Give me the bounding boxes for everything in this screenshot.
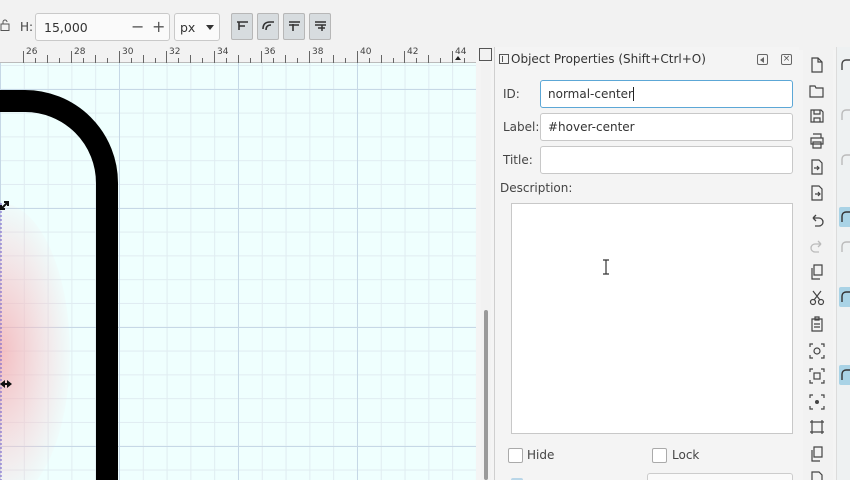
new-document-icon[interactable]: [809, 57, 825, 73]
ruler-ticks: [23, 51, 465, 63]
canvas-drawing: [0, 90, 118, 480]
close-icon[interactable]: ×: [781, 54, 792, 65]
text-cursor: [632, 87, 634, 101]
object-properties-panel: Object Properties (Shift+Ctrl+O) × ID: n…: [494, 47, 799, 480]
unit-dropdown[interactable]: px: [174, 13, 220, 41]
paste-icon[interactable]: [809, 316, 825, 332]
snap-corner-icon: [841, 59, 850, 70]
open-folder-icon[interactable]: [809, 83, 825, 99]
align-bottom-edge-icon: [315, 21, 326, 31]
lock-checkbox[interactable]: [652, 448, 667, 463]
text-cursor-icon: [603, 259, 609, 275]
align-middle-button[interactable]: [283, 13, 305, 40]
snap-item-active[interactable]: [839, 207, 850, 227]
set-button[interactable]: [647, 473, 793, 480]
snap-node-icon: [841, 241, 850, 252]
chevron-down-icon: [206, 25, 214, 30]
float-panel-icon[interactable]: [757, 54, 768, 65]
snap-node-icon: [841, 109, 850, 120]
height-spinbox[interactable]: 15,000 − +: [35, 13, 170, 41]
drawing-canvas[interactable]: [0, 63, 476, 480]
panel-title: Object Properties (Shift+Ctrl+O): [511, 52, 706, 66]
align-bottom-edge-button[interactable]: [309, 13, 331, 40]
description-textarea[interactable]: [511, 203, 793, 434]
snap-item[interactable]: [839, 150, 850, 170]
id-label: ID:: [503, 87, 520, 101]
label-value: #hover-center: [548, 120, 635, 134]
commands-bar: [803, 47, 833, 480]
ruler-tick-label: 40: [360, 47, 372, 57]
id-field[interactable]: normal-center: [540, 80, 793, 108]
ruler-tick-label: 28: [74, 47, 86, 57]
copy-icon[interactable]: [809, 264, 825, 280]
snap-item[interactable]: [839, 105, 850, 125]
export-icon[interactable]: [809, 185, 825, 201]
title-label: Title:: [503, 153, 533, 167]
import-icon[interactable]: [809, 159, 825, 175]
rounded-rect-stroke: [0, 90, 118, 480]
align-top-edge-icon: [237, 21, 248, 30]
zoom-drawing-icon[interactable]: [809, 368, 825, 384]
zoom-page-icon[interactable]: [809, 394, 825, 410]
horizontal-ruler[interactable]: 26 28 30 32 34 36 38 40 42 44: [0, 47, 476, 63]
clone-icon[interactable]: [809, 471, 825, 480]
snap-item[interactable]: [839, 237, 850, 257]
panel-header: Object Properties (Shift+Ctrl+O) ×: [495, 47, 800, 71]
ruler-tick-label: 42: [407, 47, 419, 57]
snap-node-icon: [841, 154, 850, 165]
ruler-tick-label: 26: [26, 47, 38, 57]
cut-icon[interactable]: [809, 290, 825, 306]
description-label: Description:: [500, 181, 573, 195]
lock-icon[interactable]: [0, 19, 10, 31]
ruler-tick-label: 34: [217, 47, 229, 57]
zoom-selection-icon[interactable]: [809, 343, 825, 359]
align-top-edge-button[interactable]: [231, 13, 253, 40]
resize-page-icon[interactable]: [809, 419, 825, 435]
id-value: normal-center: [548, 87, 633, 101]
tool-controls-bar: H: 15,000 − + px: [0, 0, 850, 50]
snap-item-active[interactable]: [839, 365, 850, 385]
label-label: Label:: [503, 120, 540, 134]
duplicate-icon[interactable]: [809, 446, 825, 462]
ruler-tick-label: 44: [455, 47, 467, 57]
snap-toggle[interactable]: [839, 55, 850, 75]
scale-handle-icon: [0, 201, 9, 210]
snap-center-icon: [841, 369, 850, 380]
decrement-button[interactable]: −: [131, 17, 144, 36]
snap-controls-bar: [836, 47, 850, 480]
snap-midpoint-icon: [841, 291, 850, 302]
ruler-tick-label: 38: [312, 47, 324, 57]
align-middle-icon: [289, 21, 300, 31]
align-round-corner-button[interactable]: [257, 13, 279, 40]
snap-item-active[interactable]: [839, 287, 850, 307]
label-field[interactable]: #hover-center: [540, 113, 793, 141]
redo-icon[interactable]: [809, 238, 825, 254]
height-label: H:: [20, 20, 34, 34]
horizontal-resize-handle-icon: [0, 380, 12, 388]
unit-value: px: [180, 20, 196, 35]
height-value[interactable]: 15,000: [44, 20, 88, 35]
vertical-scrollbar-thumb[interactable]: [484, 310, 488, 480]
undo-icon[interactable]: [809, 212, 825, 228]
hide-checkbox[interactable]: [508, 448, 523, 463]
ruler-tick-label: 32: [169, 47, 181, 57]
snap-path-icon: [841, 211, 850, 222]
ruler-tick-label: 30: [122, 47, 134, 57]
panel-icon: [499, 54, 509, 64]
ruler-tick-label: 36: [264, 47, 276, 57]
lock-label: Lock: [672, 448, 700, 462]
save-icon[interactable]: [809, 108, 825, 124]
align-round-corner-icon: [262, 21, 274, 31]
print-icon[interactable]: [809, 133, 825, 149]
title-field[interactable]: [540, 146, 793, 174]
zoom-corner-icon[interactable]: [479, 48, 492, 61]
increment-button[interactable]: +: [152, 17, 165, 36]
hide-label: Hide: [527, 448, 555, 462]
